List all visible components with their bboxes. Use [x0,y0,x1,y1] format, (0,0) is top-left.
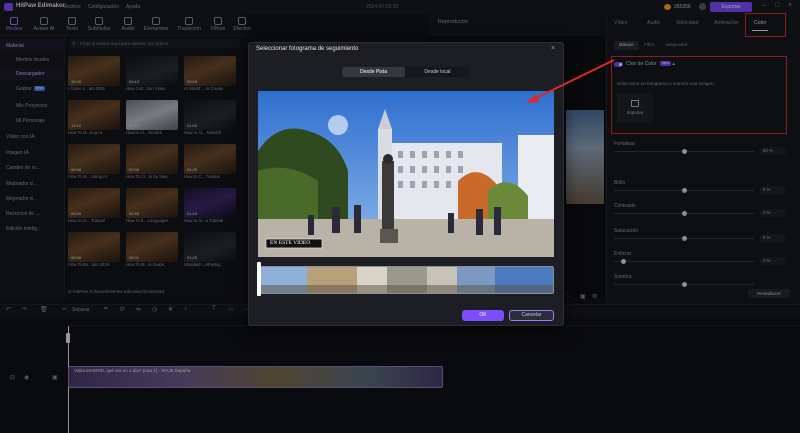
frame-preview-image [258,91,554,257]
dialog-title: Seleccionar fotograma de seguimiento [256,46,359,52]
close-icon[interactable]: × [551,45,555,52]
filmstrip-frames [259,267,553,293]
preview-caption: EN ESTE VIDEO [270,240,311,246]
filmstrip-selector-handle[interactable] [257,262,261,296]
frame-filmstrip[interactable] [258,266,554,294]
source-track-button[interactable]: Desde Pista [342,67,405,77]
frame-preview: EN ESTE VIDEO [258,91,554,257]
ok-button[interactable]: OK [462,310,504,321]
cancel-button[interactable]: Cancelar [509,310,554,321]
annotation-arrow [526,59,615,103]
source-local-button[interactable]: Desde local [406,67,469,77]
